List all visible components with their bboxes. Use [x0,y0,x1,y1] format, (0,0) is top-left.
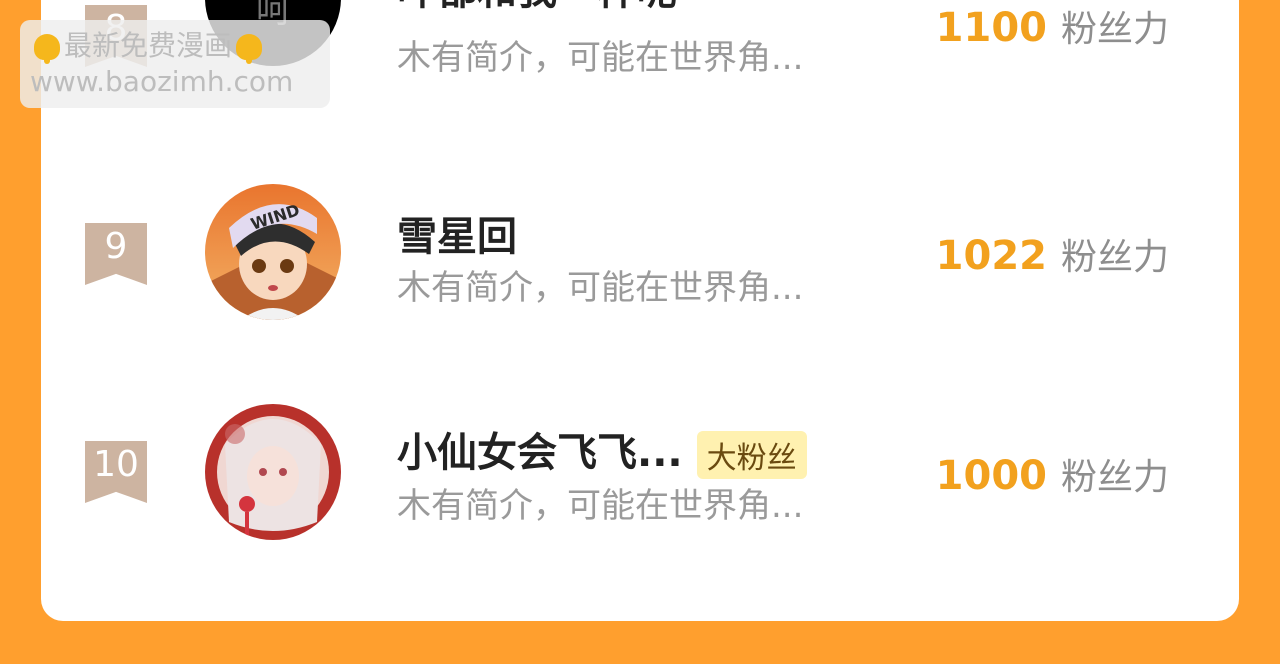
avatar-image [205,404,341,540]
fan-level-badge: 大粉丝 [696,431,807,479]
fan-power-unit: 粉丝力 [1060,9,1169,50]
hand-pointing-down-icon [236,34,263,64]
fan-power: 1100 粉丝力 [936,0,1169,52]
fan-power-unit: 粉丝力 [1060,457,1169,498]
fan-power-unit: 粉丝力 [1060,237,1169,278]
fan-power-value: 1000 [935,453,1047,499]
user-intro: 木有简介，可能在世界角... [397,38,804,78]
user-name[interactable]: 咋都和我一样呢 [397,0,677,16]
user-intro: 木有简介，可能在世界角... [397,268,804,308]
user-name[interactable]: 小仙女会飞飞... 大粉丝 [397,420,807,479]
user-name-text: 小仙女会飞飞... [397,430,683,476]
hand-pointing-down-icon [34,34,60,64]
fan-power-value: 1022 [935,233,1047,279]
ranking-row-10[interactable]: 10 小仙女会飞飞... 大粉丝 木有简介，可能在世界角... 1000 粉丝力 [41,390,1239,570]
user-name[interactable]: 雪星回 [397,204,517,262]
avatar-image: WIND [205,184,341,320]
site-watermark: 最新免费漫画 www.baozimh.com [20,20,330,108]
avatar[interactable] [205,404,341,540]
fan-power: 1022 粉丝力 [936,228,1169,280]
ranking-row-9[interactable]: 9 WIND 雪星回 木有简介，可能在世界角... 1022 粉丝力 [41,170,1239,350]
fan-power: 1000 粉丝力 [936,448,1169,500]
watermark-line1: 最新免费漫画 [30,28,320,64]
watermark-title: 最新免费漫画 [64,29,233,62]
rank-badge: 9 [85,223,147,285]
watermark-url: www.baozimh.com [30,65,294,98]
avatar[interactable]: WIND [205,184,341,320]
rank-badge: 10 [85,441,147,503]
fan-power-value: 1100 [935,5,1047,51]
user-intro: 木有简介，可能在世界角... [397,486,804,526]
